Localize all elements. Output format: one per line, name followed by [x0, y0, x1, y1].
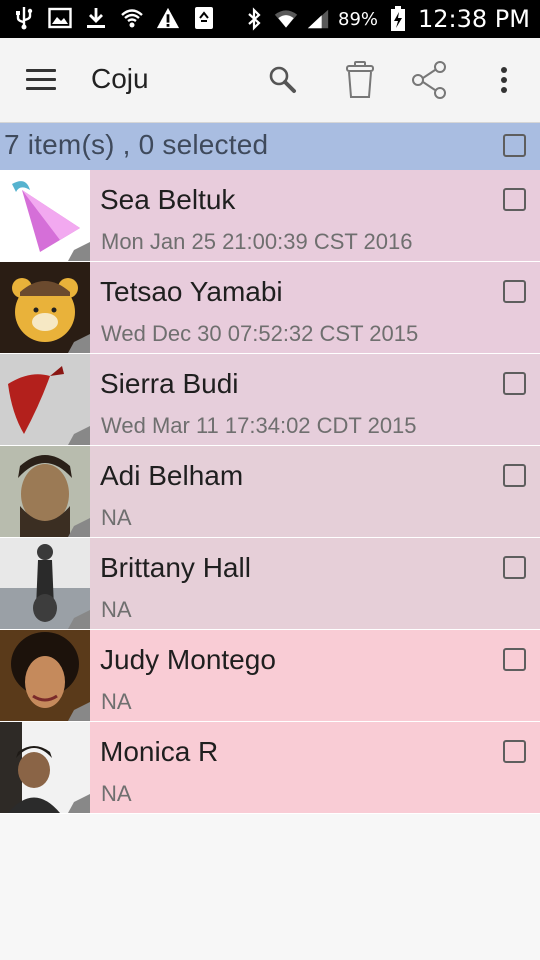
- list-item[interactable]: Tetsao Yamabi Wed Dec 30 07:52:32 CST 20…: [0, 262, 540, 354]
- row-checkbox[interactable]: [503, 372, 526, 395]
- battery-percent: 89%: [338, 8, 379, 30]
- system-status: 89% 12:38 PM: [242, 0, 530, 38]
- overflow-menu-icon[interactable]: [482, 58, 526, 102]
- bluetooth-icon: [242, 7, 266, 31]
- list-item[interactable]: Monica R NA: [0, 722, 540, 814]
- usb-icon: [12, 6, 36, 30]
- contact-name: Sea Beltuk: [100, 184, 236, 215]
- avatar: [0, 722, 90, 813]
- row-checkbox[interactable]: [503, 740, 526, 763]
- contact-name: Brittany Hall: [100, 552, 251, 583]
- select-all-checkbox[interactable]: [503, 134, 526, 157]
- avatar: [0, 630, 90, 721]
- selection-bar: 7 item(s) , 0 selected: [0, 123, 540, 170]
- list-item[interactable]: Sierra Budi Wed Mar 11 17:34:02 CDT 2015: [0, 354, 540, 446]
- list-item[interactable]: Sea Beltuk Mon Jan 25 21:00:39 CST 2016: [0, 170, 540, 262]
- image-icon: [48, 6, 72, 30]
- contact-date: NA: [101, 505, 132, 530]
- contact-name: Tetsao Yamabi: [100, 276, 283, 307]
- contact-date: NA: [101, 689, 132, 714]
- trash-icon[interactable]: [338, 58, 382, 102]
- avatar: [0, 262, 90, 353]
- share-icon[interactable]: [408, 58, 452, 102]
- contact-name: Sierra Budi: [100, 368, 239, 399]
- contact-date: Wed Mar 11 17:34:02 CDT 2015: [101, 413, 417, 438]
- notification-icons: [12, 6, 216, 30]
- hamburger-menu-icon[interactable]: [26, 67, 58, 93]
- avatar: [0, 170, 90, 261]
- list-item[interactable]: Brittany Hall NA: [0, 538, 540, 630]
- avatar: [0, 538, 90, 629]
- row-checkbox[interactable]: [503, 188, 526, 211]
- app-bar: Coju: [0, 38, 540, 123]
- contact-name: Judy Montego: [100, 644, 276, 675]
- wifi-icon: [274, 7, 298, 31]
- status-bar: 89% 12:38 PM: [0, 0, 540, 38]
- selection-count: 7 item(s) , 0 selected: [4, 129, 269, 160]
- avatar: [0, 446, 90, 537]
- contact-date: NA: [101, 781, 132, 806]
- app-title: Coju: [91, 63, 149, 94]
- row-checkbox[interactable]: [503, 648, 526, 671]
- row-checkbox[interactable]: [503, 464, 526, 487]
- contact-name: Monica R: [100, 736, 219, 767]
- list-item[interactable]: Adi Belham NA: [0, 446, 540, 538]
- list-item[interactable]: Judy Montego NA: [0, 630, 540, 722]
- download-icon: [84, 6, 108, 30]
- contact-name: Adi Belham: [100, 460, 244, 491]
- clock: 12:38 PM: [418, 5, 530, 33]
- row-checkbox[interactable]: [503, 556, 526, 579]
- battery-charging-icon: [386, 6, 410, 31]
- recycle-icon: [192, 6, 216, 30]
- warning-icon: [156, 6, 180, 30]
- row-checkbox[interactable]: [503, 280, 526, 303]
- signal-icon: [306, 7, 330, 31]
- contact-date: Mon Jan 25 21:00:39 CST 2016: [101, 229, 413, 254]
- search-icon[interactable]: [260, 58, 304, 102]
- avatar: [0, 354, 90, 445]
- contact-date: Wed Dec 30 07:52:32 CST 2015: [101, 321, 419, 346]
- hotspot-icon: [120, 6, 144, 30]
- contact-date: NA: [101, 597, 132, 622]
